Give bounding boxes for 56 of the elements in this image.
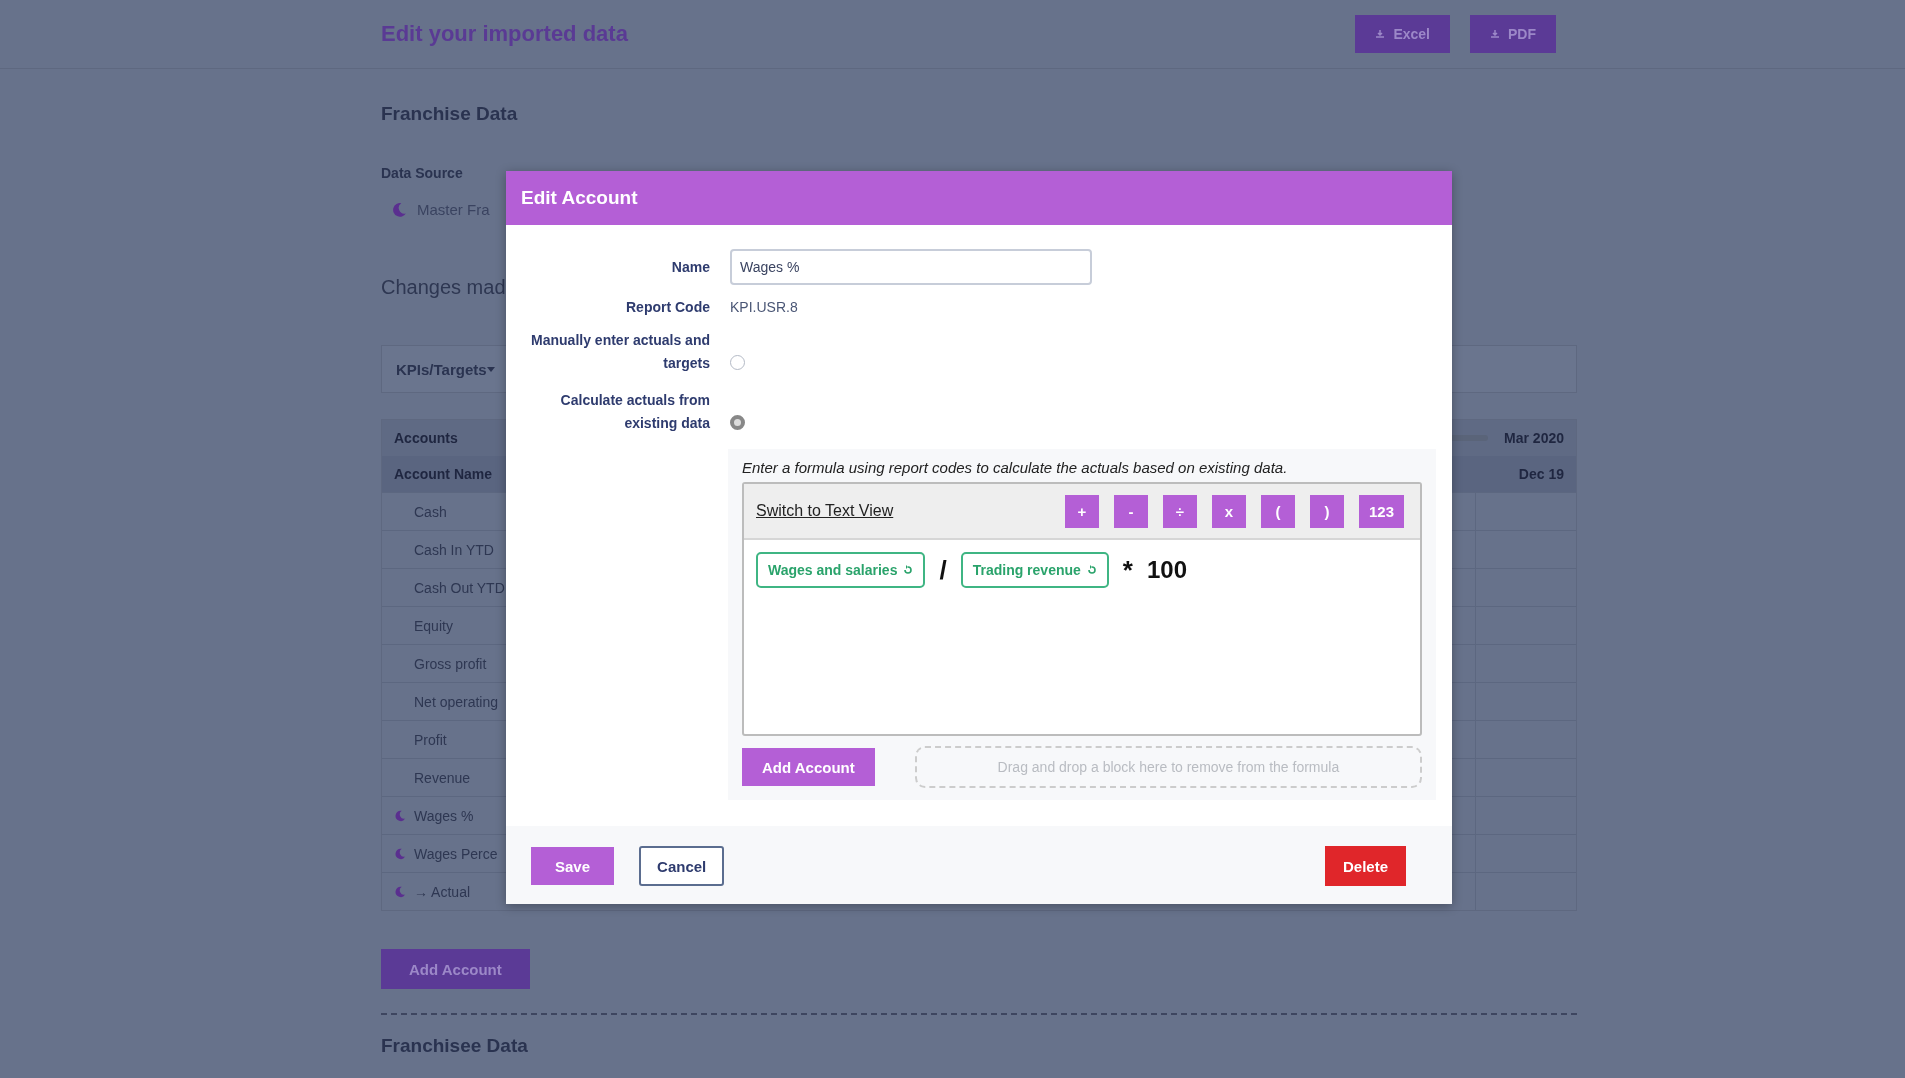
- account-name: Cash Out YTD: [414, 579, 505, 596]
- period-header: Mar 2020: [1504, 430, 1564, 446]
- account-name: Equity: [414, 617, 453, 634]
- report-code: KPI.USR.8: [730, 299, 798, 315]
- account-name: → Actual: [414, 883, 471, 900]
- formula-editor[interactable]: Switch to Text View + - ÷ x ( ) 123 Wages and salaries / Trading revenue * 100: [742, 482, 1422, 736]
- account-name: Wages %: [414, 807, 474, 824]
- add-account-button[interactable]: Add Account: [742, 748, 875, 786]
- section-title: Franchise Data: [381, 103, 519, 125]
- operator-symbol: *: [1122, 554, 1133, 586]
- option-label: Manually enter actuals and targets: [530, 331, 710, 373]
- account-name: Cash In YTD: [414, 541, 494, 558]
- delete-button[interactable]: Delete: [1324, 846, 1406, 886]
- caret-icon: [486, 366, 495, 372]
- account-name: Profit: [414, 731, 447, 748]
- data-source-label: Data Source: [381, 165, 464, 181]
- name-field[interactable]: Wages %: [730, 249, 1092, 285]
- operator-button[interactable]: ): [1309, 494, 1344, 528]
- number-token: 100: [1146, 556, 1187, 584]
- formula-hint: Enter a formula using report codes to calculate the actuals based on existing data.: [742, 459, 1289, 476]
- changes-text: Changes mad: [381, 276, 506, 299]
- dialog-title: Edit Account: [521, 187, 638, 209]
- operator-button[interactable]: -: [1113, 494, 1148, 528]
- account-name: Net operating: [414, 693, 499, 710]
- account-name: Gross profit: [414, 655, 487, 672]
- account-name: Revenue: [414, 769, 471, 786]
- radio-button[interactable]: [730, 415, 745, 430]
- switch-view-link[interactable]: Switch to Text View: [756, 502, 894, 520]
- table-group-header: Accounts: [394, 430, 458, 446]
- operator-button[interactable]: (: [1260, 494, 1295, 528]
- column-header: Dec 19: [1518, 466, 1564, 482]
- export-button[interactable]: Excel: [1355, 15, 1450, 53]
- crescent-icon: [391, 201, 407, 218]
- operator-symbol: /: [939, 554, 947, 586]
- column-header: Account Name: [394, 466, 493, 482]
- refresh-icon: [903, 565, 914, 575]
- operator-button[interactable]: +: [1064, 494, 1099, 528]
- download-icon: [1375, 29, 1386, 39]
- field-label: Report Code: [625, 299, 710, 315]
- account-name: Cash: [414, 503, 447, 520]
- operator-button[interactable]: 123: [1358, 494, 1404, 528]
- download-icon: [1490, 29, 1500, 39]
- refresh-icon: [1086, 565, 1097, 575]
- save-button[interactable]: Save: [531, 847, 615, 885]
- export-button[interactable]: PDF: [1470, 15, 1556, 53]
- section-title: Franchisee Data: [381, 1035, 529, 1057]
- add-account-button[interactable]: Add Account: [381, 949, 530, 989]
- operator-button[interactable]: ÷: [1162, 494, 1197, 528]
- account-token[interactable]: Trading revenue: [960, 552, 1109, 588]
- page-title: Edit your imported data: [381, 21, 628, 47]
- operator-button[interactable]: x: [1211, 494, 1246, 528]
- account-token[interactable]: Wages and salaries: [756, 552, 926, 588]
- cancel-button[interactable]: Cancel: [639, 846, 725, 886]
- option-label: Calculate actuals from existing data: [559, 391, 710, 433]
- field-label: Name: [670, 259, 710, 275]
- account-name: Wages Perce: [414, 845, 498, 862]
